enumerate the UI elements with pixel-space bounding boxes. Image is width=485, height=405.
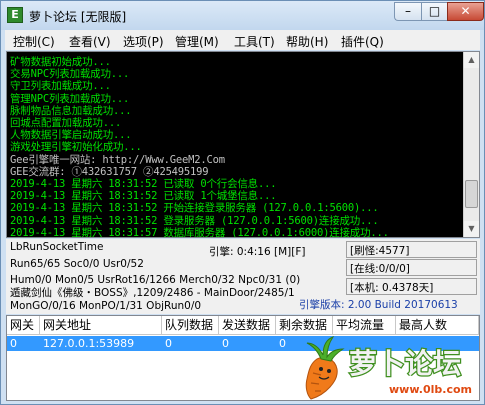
menu-control[interactable]: 控制(C) xyxy=(13,33,55,50)
logo-text: 萝卜论坛 xyxy=(349,347,461,380)
menu-help[interactable]: 帮助(H) xyxy=(286,33,328,50)
log-panel[interactable]: 矿物数据初始成功... 交易NPC列表加载成功... 守卫列表加载成功... 管理NP… xyxy=(6,51,480,238)
online-text: [在线:0/0/0] xyxy=(350,263,410,275)
menu-view[interactable]: 查看(V) xyxy=(69,33,111,50)
local-box: [本机: 0.4378天] xyxy=(346,278,477,295)
server-window: E 萝卜论坛 [无限版] – □ ✕ 控制(C) 查看(V) 选项(P) 管理(… xyxy=(0,0,485,405)
engine-version-text: 引擎版本: 2.00 Build 20170613 xyxy=(299,299,458,311)
engine-time-text: 引擎: 0:4:16 [M][F] xyxy=(209,246,306,258)
refresh-text: [刷怪:4577] xyxy=(350,245,410,257)
col-header-queue-data[interactable]: 队列数据 xyxy=(162,316,219,335)
col-header-gateway-address[interactable]: 网关地址 xyxy=(40,316,162,335)
maximize-button[interactable]: □ xyxy=(421,2,447,21)
log-scrollbar[interactable]: ▲ ▼ xyxy=(463,52,479,237)
scroll-up-icon[interactable]: ▲ xyxy=(464,52,479,68)
menu-plugins[interactable]: 插件(Q) xyxy=(341,33,384,50)
menu-manage[interactable]: 管理(M) xyxy=(175,33,219,50)
minimize-button[interactable]: – xyxy=(394,2,421,21)
socket-time-text: LbRunSocketTime xyxy=(10,241,104,253)
scroll-down-icon[interactable]: ▼ xyxy=(464,221,479,237)
col-header-send-data[interactable]: 发送数据 xyxy=(219,316,276,335)
luobo-logo: 萝卜论坛 www.0lb.com xyxy=(305,336,472,400)
log-line: 2019-4-13 星期六 18:31:57 数据库服务器 (127.0.0.1… xyxy=(10,226,389,238)
cell-gateway: 0 xyxy=(10,337,17,350)
menu-options[interactable]: 选项(P) xyxy=(123,33,164,50)
run-info-text: Run65/65 Soc0/0 Usr0/52 xyxy=(10,258,144,270)
col-header-gateway[interactable]: 网关 xyxy=(7,316,40,335)
app-icon[interactable]: E xyxy=(7,7,23,23)
window-title: 萝卜论坛 [无限版] xyxy=(29,10,127,24)
boss-info-text: 遁藏剑仙《佛级・BOSS》,1209/2486 - MainDoor/2485/… xyxy=(10,287,295,299)
status-panel: LbRunSocketTime 引擎: 0:4:16 [M][F] [刷怪:45… xyxy=(6,239,480,314)
cell-queue-data: 0 xyxy=(165,337,172,350)
menu-tools[interactable]: 工具(T) xyxy=(234,33,275,50)
online-box: [在线:0/0/0] xyxy=(346,259,477,276)
menu-bar: 控制(C) 查看(V) 选项(P) 管理(M) 工具(T) 帮助(H) 插件(Q… xyxy=(5,30,480,50)
cell-send-data: 0 xyxy=(222,337,229,350)
logo-url: www.0lb.com xyxy=(389,383,472,396)
carrot-icon xyxy=(305,336,345,400)
local-text: [本机: 0.4378天] xyxy=(350,282,434,294)
title-bar[interactable]: E 萝卜论坛 [无限版] – □ ✕ xyxy=(1,1,484,30)
close-button[interactable]: ✕ xyxy=(447,2,484,21)
refresh-box: [刷怪:4577] xyxy=(346,241,477,258)
scroll-thumb[interactable] xyxy=(465,180,478,208)
cell-gateway-address: 127.0.0.1:53989 xyxy=(43,337,135,350)
mongo-info-text: MonGO/0/16 MonPO/1/31 ObjRun0/0 xyxy=(10,300,202,312)
